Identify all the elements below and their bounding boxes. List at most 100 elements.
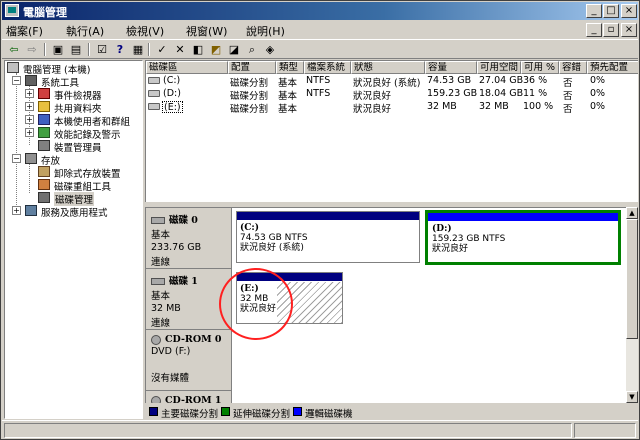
- back-icon[interactable]: ⇦: [6, 42, 22, 57]
- properties-icon[interactable]: ☑: [94, 42, 110, 57]
- export-icon[interactable]: ▦: [130, 42, 146, 57]
- expand-icon[interactable]: +: [25, 128, 34, 137]
- disk-icon: [151, 278, 165, 285]
- mdi-restore-button[interactable]: ▫: [603, 23, 619, 37]
- menu-view[interactable]: 檢視(V): [126, 23, 164, 39]
- drive-icon: [148, 90, 160, 97]
- services-icon: [25, 205, 37, 216]
- cdrom-icon: [151, 334, 161, 345]
- forward-icon[interactable]: ⇨: [24, 42, 40, 57]
- menu-help[interactable]: 說明(H): [246, 23, 285, 39]
- column-header-layout[interactable]: 配置: [228, 61, 276, 74]
- show-tree-icon[interactable]: ▤: [68, 42, 84, 57]
- column-header-filesystem[interactable]: 檔案系統: [304, 61, 351, 74]
- close-button[interactable]: ×: [621, 4, 637, 18]
- folder-icon: [38, 101, 50, 112]
- up-folder-icon[interactable]: ▣: [50, 42, 66, 57]
- expand-icon[interactable]: +: [12, 206, 21, 215]
- column-header-overhead[interactable]: 預先配置: [587, 61, 638, 74]
- disk-state: 連線: [151, 318, 171, 329]
- partition-d[interactable]: (D:) 159.23 GB NTFS 狀況良好: [425, 210, 621, 265]
- menu-action[interactable]: 執行(A): [66, 23, 104, 39]
- device-manager-icon: [38, 140, 50, 151]
- tree-label: 效能記錄及警示: [54, 130, 121, 141]
- performance-icon: [38, 127, 50, 138]
- column-header-capacity[interactable]: 容量: [425, 61, 477, 74]
- volume-list-header: 磁碟區 配置 類型 檔案系統 狀態 容量 可用空間 可用 % 容錯 預先配置: [146, 61, 638, 74]
- cell-capacity: 159.23 GB: [427, 88, 478, 99]
- cell-volume: (C:): [163, 75, 181, 86]
- cell-overhead: 0%: [590, 101, 606, 112]
- cell-fault-tolerance: 否: [563, 78, 573, 89]
- column-header-volume[interactable]: 磁碟區: [146, 61, 228, 74]
- cell-capacity: 32 MB: [427, 101, 457, 112]
- search-icon[interactable]: ⌕: [244, 42, 260, 57]
- delete-icon[interactable]: ✕: [172, 42, 188, 57]
- cell-status: 狀況良好: [353, 91, 392, 102]
- cell-overhead: 0%: [590, 88, 606, 99]
- partition-c[interactable]: (C:) 74.53 GB NTFS 狀況良好 (系統): [236, 211, 420, 263]
- column-header-free-percent[interactable]: 可用 %: [521, 61, 559, 74]
- cell-free-space: 27.04 GB: [479, 75, 524, 86]
- cell-free-space: 18.04 GB: [479, 88, 524, 99]
- window-title: 電腦管理: [23, 6, 67, 19]
- column-header-status[interactable]: 狀態: [351, 61, 425, 74]
- cell-volume: (E:): [162, 101, 183, 113]
- menu-window[interactable]: 視窗(W): [186, 23, 227, 39]
- primary-partition-swatch: [149, 407, 158, 416]
- cdrom-1-label[interactable]: CD-ROM 1: [146, 391, 232, 403]
- column-header-fault-tolerance[interactable]: 容錯: [559, 61, 587, 74]
- open-folder-icon[interactable]: ◩: [208, 42, 224, 57]
- cdrom-0-block: CD-ROM 0 DVD (F:) 沒有媒體: [146, 330, 626, 391]
- users-icon: [38, 114, 50, 125]
- explore-icon[interactable]: ◪: [226, 42, 242, 57]
- expand-icon[interactable]: +: [25, 89, 34, 98]
- removable-storage-icon: [38, 166, 50, 177]
- volume-row[interactable]: (C:) 磁碟分割 基本 NTFS 狀況良好 (系統) 74.53 GB 27.…: [146, 75, 638, 89]
- legend-logical: 邏輯磁碟機: [305, 409, 353, 420]
- collapse-icon[interactable]: −: [12, 154, 21, 163]
- check-icon[interactable]: ✓: [154, 42, 170, 57]
- column-header-free-space[interactable]: 可用空間: [477, 61, 521, 74]
- tree-connector: [29, 163, 30, 193]
- logical-drive-swatch: [293, 407, 302, 416]
- maximize-button[interactable]: □: [603, 4, 619, 18]
- help-icon[interactable]: ?: [112, 42, 128, 57]
- extended-partition-swatch: [221, 407, 230, 416]
- tree-label: 系統工具: [41, 78, 80, 89]
- column-header-type[interactable]: 類型: [276, 61, 304, 74]
- tree-label: 電腦管理 (本機): [23, 65, 91, 76]
- legend: 主要磁碟分割 延伸磁碟分割 邏輯磁碟機: [145, 403, 638, 420]
- tree-label: 事件檢視器: [54, 91, 102, 102]
- disk-size: 233.76 GB: [151, 242, 202, 253]
- title-bar[interactable]: 電腦管理 _ □ ×: [2, 2, 638, 20]
- scroll-down-icon[interactable]: ▼: [626, 391, 638, 403]
- cell-overhead: 0%: [590, 75, 606, 86]
- scroll-thumb[interactable]: [626, 219, 638, 339]
- disk-view-scrollbar[interactable]: ▲ ▼: [626, 207, 638, 403]
- disk-0-label[interactable]: 磁碟 0 基本 233.76 GB 連線: [146, 208, 232, 269]
- settings-icon[interactable]: ◈: [262, 42, 278, 57]
- mdi-minimize-button[interactable]: _: [586, 23, 602, 37]
- minimize-button[interactable]: _: [586, 4, 602, 18]
- mdi-close-button[interactable]: ×: [621, 23, 637, 37]
- expand-icon[interactable]: +: [25, 115, 34, 124]
- cell-capacity: 74.53 GB: [427, 75, 472, 86]
- expand-icon[interactable]: +: [25, 102, 34, 111]
- cdrom-0-label[interactable]: CD-ROM 0 DVD (F:) 沒有媒體: [146, 330, 232, 391]
- cell-free-percent: 11 %: [523, 88, 548, 99]
- primary-partition-bar: [237, 212, 419, 220]
- tree-label: 服務及應用程式: [41, 208, 108, 219]
- tree-label: 磁碟重組工具: [54, 182, 112, 193]
- menu-file[interactable]: 檔案(F): [6, 23, 43, 39]
- volume-row[interactable]: (D:) 磁碟分割 基本 NTFS 狀況良好 159.23 GB 18.04 G…: [146, 88, 638, 102]
- format-icon[interactable]: ◧: [190, 42, 206, 57]
- disk-graphical-view: 磁碟 0 基本 233.76 GB 連線 (C:) 74.53 GB NTFS …: [145, 207, 626, 403]
- cdrom-icon: [151, 395, 161, 403]
- volume-row-selected[interactable]: (E:) 磁碟分割 基本 狀況良好 32 MB 32 MB 100 % 否 0%: [146, 101, 638, 115]
- toolbar-separator: [148, 43, 150, 56]
- scroll-up-icon[interactable]: ▲: [626, 207, 638, 219]
- collapse-icon[interactable]: −: [12, 76, 21, 85]
- computer-management-window: 電腦管理 _ □ × 檔案(F) 執行(A) 檢視(V) 視窗(W) 說明(H)…: [0, 0, 640, 440]
- volume-list: 磁碟區 配置 類型 檔案系統 狀態 容量 可用空間 可用 % 容錯 預先配置 (…: [145, 60, 638, 202]
